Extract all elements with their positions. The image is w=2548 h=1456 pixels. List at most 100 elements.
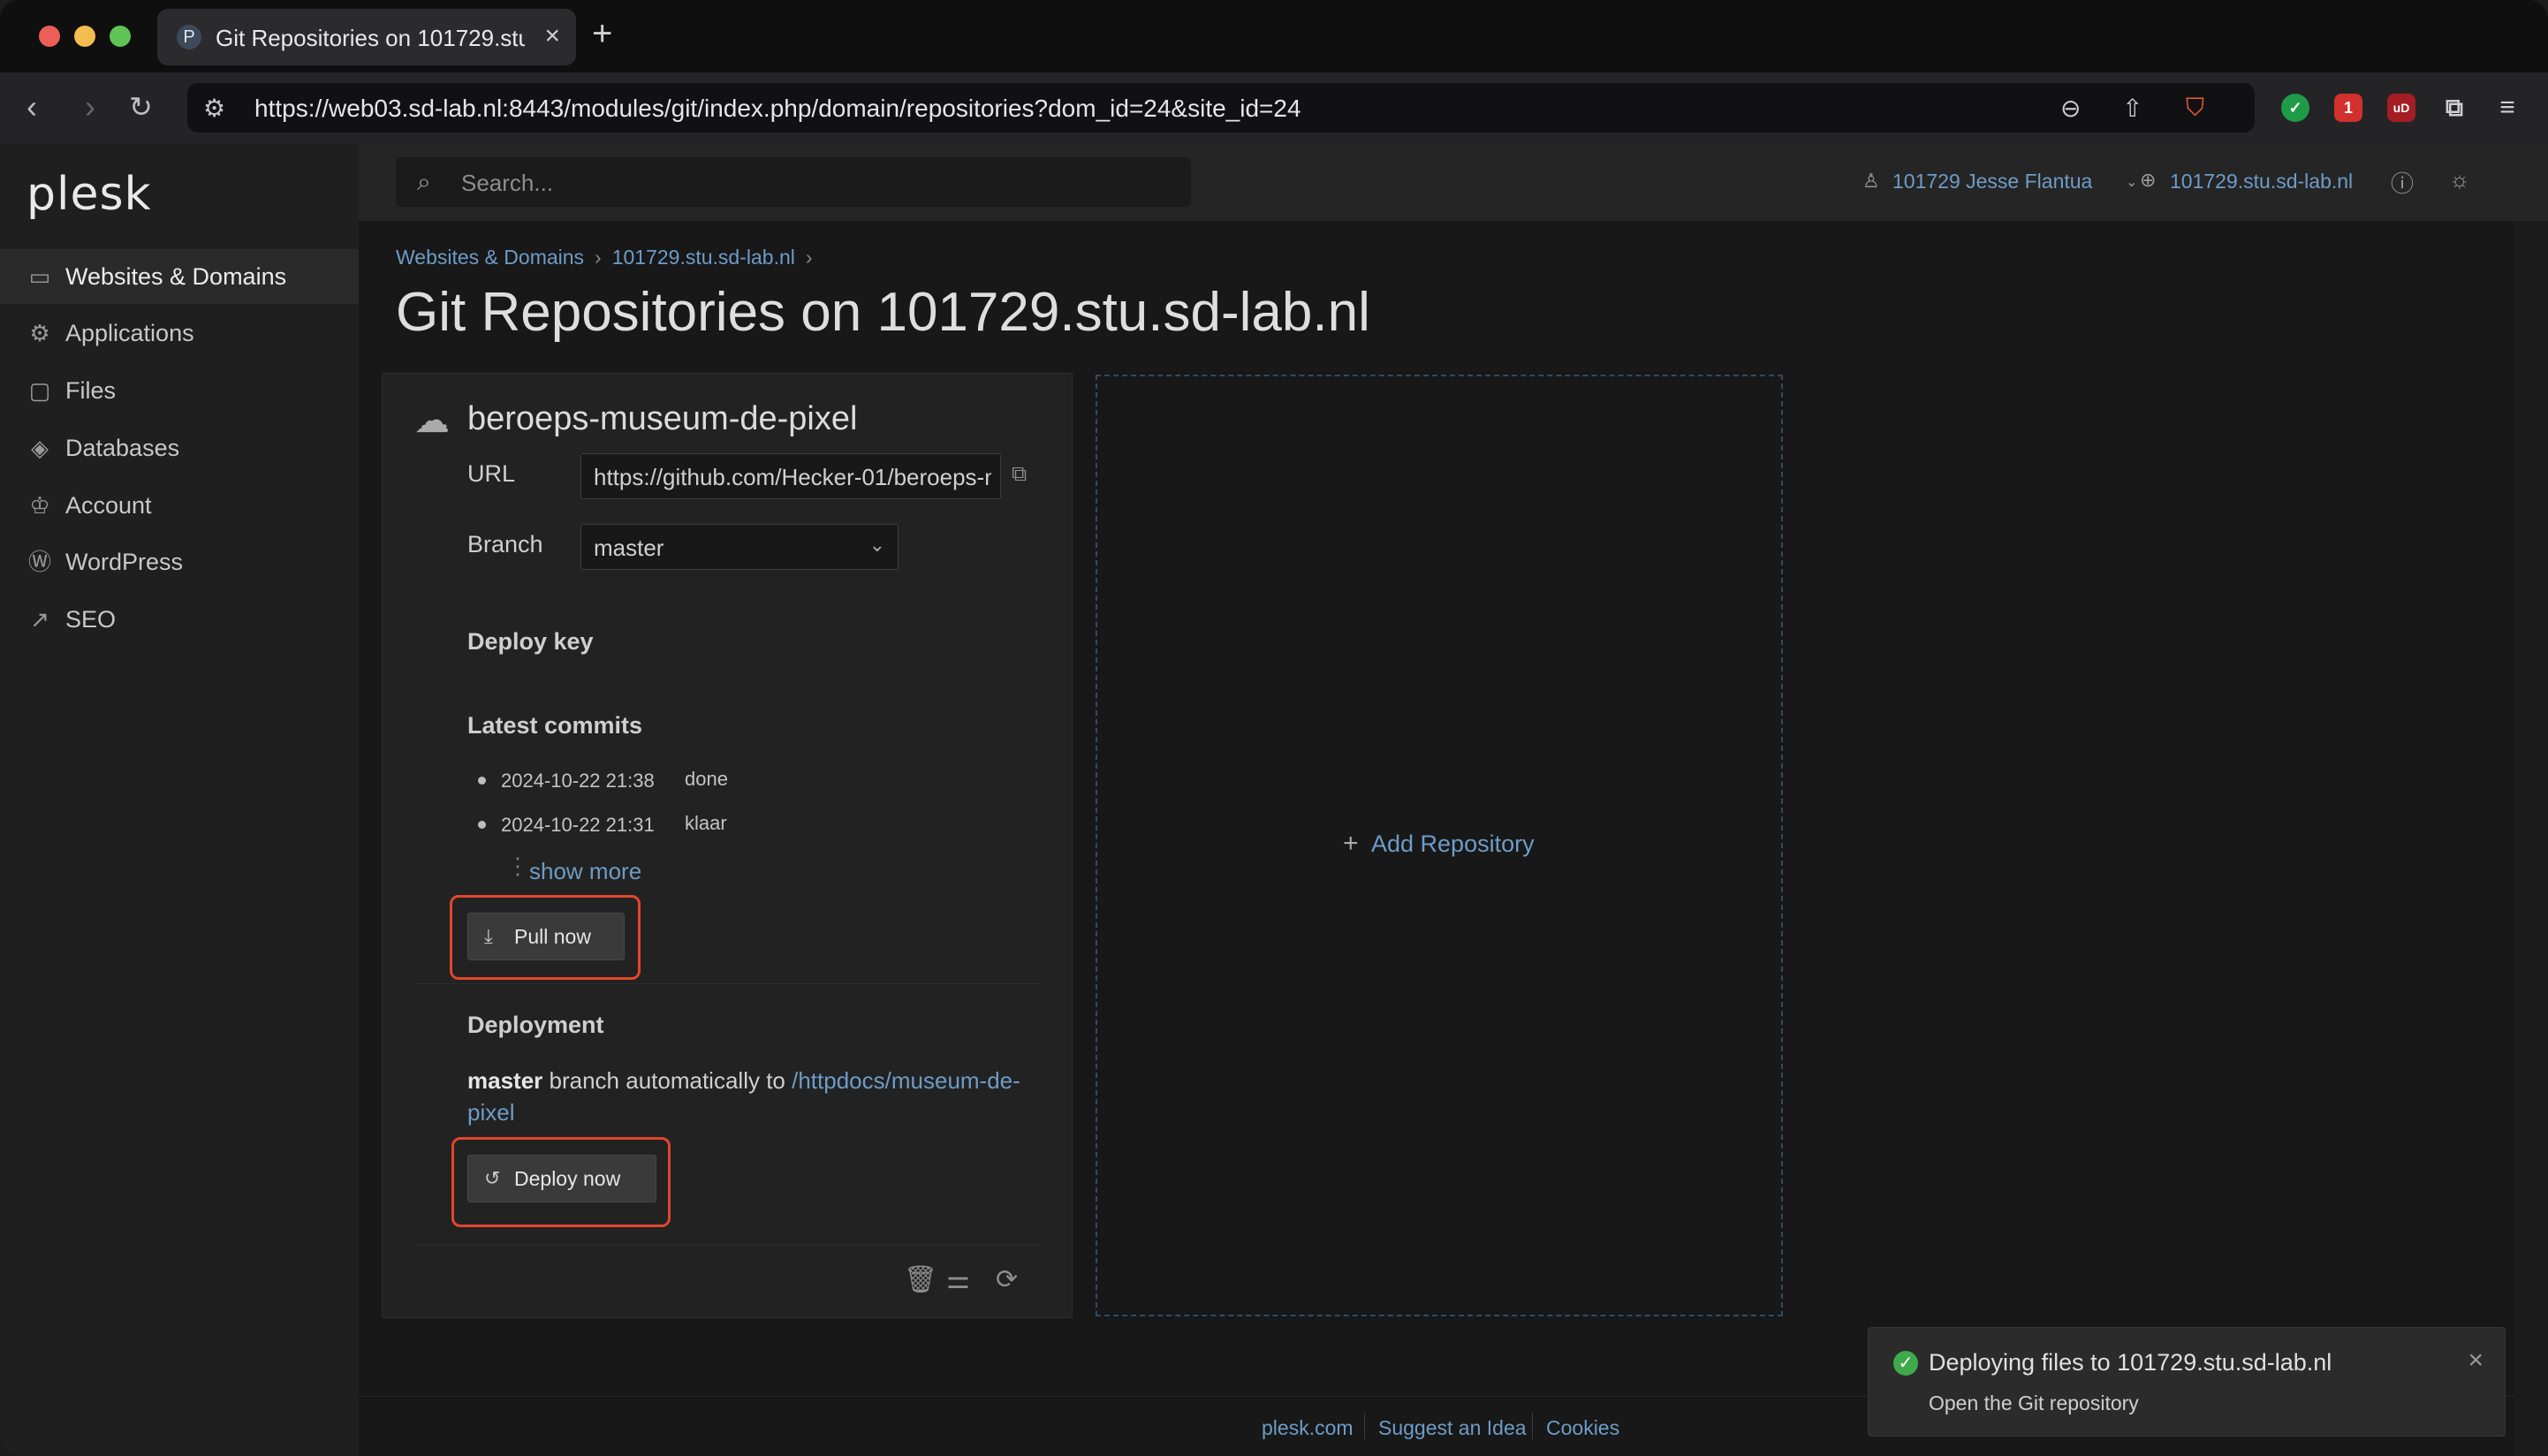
minimize-window-button[interactable] [74, 26, 95, 47]
repository-name: beroeps-museum-de-pixel [467, 400, 858, 437]
commit-item: 2024-10-22 21:31 klaar [467, 808, 732, 844]
plesk-logo[interactable]: plesk [27, 168, 152, 221]
divider [1364, 1413, 1365, 1439]
close-icon[interactable]: × [2468, 1346, 2484, 1376]
deploy-now-button[interactable]: ↺ Deploy now [467, 1155, 656, 1202]
globe-icon: ⊕ [2140, 169, 2157, 191]
chevron-right-icon: › [595, 246, 602, 269]
divider [414, 1245, 1042, 1246]
search-input[interactable]: ⌕ Search... [396, 157, 1191, 207]
user-menu[interactable]: 101729 Jesse Flantua [1892, 170, 2092, 193]
browser-toolbar: ‹ › ↻ ⚙ https://web03.sd-lab.nl:8443/mod… [0, 72, 2548, 144]
commit-message: done [685, 768, 728, 790]
show-more-link[interactable]: show more [529, 858, 641, 885]
cloud-icon: ☁ [414, 401, 450, 440]
footer-link-suggest-idea[interactable]: Suggest an Idea [1378, 1416, 1527, 1440]
sidebar-item-databases[interactable]: ◈ Databases [0, 421, 359, 475]
folder-icon: ▢ [28, 377, 51, 404]
sidebar-item-account[interactable]: ♔ Account [0, 478, 359, 533]
footer-link-plesk[interactable]: plesk.com [1262, 1416, 1354, 1440]
copy-icon[interactable]: ⧉ [1012, 462, 1027, 487]
theme-toggle-icon[interactable]: ☼ [2449, 166, 2470, 193]
deployment-description: master branch automatically to /httpdocs… [467, 1065, 1033, 1128]
search-icon: ⌕ [417, 168, 431, 195]
domain-menu[interactable]: 101729.stu.sd-lab.nl [2170, 170, 2353, 193]
scrollbar[interactable] [2514, 221, 2548, 1456]
crown-icon: ♔ [29, 492, 50, 519]
sidebar-item-label: SEO [65, 606, 117, 633]
plesk-favicon-icon: P [177, 25, 201, 49]
browser-tab[interactable]: P Git Repositories on 101729.stu.sd-lab.… [157, 9, 576, 65]
breadcrumb-websites-domains[interactable]: Websites & Domains [396, 246, 584, 269]
deploy-branch: master [467, 1067, 543, 1094]
new-tab-button[interactable]: + [592, 14, 612, 54]
extension-red-icon[interactable]: 1 [2334, 94, 2362, 122]
sidebar-item-seo[interactable]: ↗ SEO [0, 592, 359, 647]
repository-card: ☁ beroeps-museum-de-pixel URL https://gi… [382, 373, 1073, 1318]
share-icon[interactable]: ⇧ [2122, 94, 2142, 123]
address-bar[interactable]: ⚙ https://web03.sd-lab.nl:8443/modules/g… [187, 83, 2255, 133]
sidebar-item-label: Applications [65, 320, 194, 346]
add-repository-link[interactable]: Add Repository [1371, 830, 1535, 858]
add-repository-card[interactable]: + Add Repository [1096, 375, 1783, 1316]
commit-item: 2024-10-22 21:38 done [467, 764, 732, 800]
top-header: ⌕ Search... ♙ 101729 Jesse Flantua ⌄ ⊕ 1… [359, 143, 2548, 221]
menu-icon[interactable]: ≡ [2493, 94, 2521, 122]
pull-now-label: Pull now [514, 925, 591, 948]
sidebar-item-websites-domains[interactable]: ▭ Websites & Domains [0, 249, 359, 304]
deploy-key-heading[interactable]: Deploy key [467, 628, 594, 656]
url-label: URL [467, 460, 516, 487]
commit-message: klaar [685, 812, 727, 834]
help-icon[interactable]: ⓘ [2391, 166, 2414, 199]
toast-title: Deploying files to 101729.stu.sd-lab.nl [1929, 1349, 2332, 1376]
ublock-icon[interactable]: uD [2387, 94, 2415, 122]
sidebar-item-applications[interactable]: ⚙ Applications [0, 306, 359, 360]
branch-select-value: master [594, 535, 664, 561]
page-title: Git Repositories on 101729.stu.sd-lab.nl [396, 282, 1370, 343]
chevron-down-icon: ⌄ [2126, 175, 2138, 190]
sidebar-item-label: Databases [65, 435, 180, 461]
browser-window: P Git Repositories on 101729.stu.sd-lab.… [0, 0, 2548, 1456]
open-git-repository-link[interactable]: Open the Git repository [1929, 1392, 2139, 1415]
sidebar-item-files[interactable]: ▢ Files [0, 363, 359, 418]
download-icon: ⤓ [484, 925, 493, 947]
deploy-text: branch automatically to [549, 1067, 785, 1094]
site-settings-icon[interactable]: ⚙ [203, 94, 225, 123]
forward-arrow-icon[interactable]: › [85, 88, 95, 125]
sidebar: plesk ▭ Websites & Domains ⚙ Application… [0, 143, 359, 1456]
bullet-icon [478, 821, 486, 829]
extensions-puzzle-icon[interactable]: ⧉ [2440, 94, 2468, 122]
branch-label: Branch [467, 531, 543, 557]
zoom-window-button[interactable] [110, 26, 131, 47]
footer-link-cookies[interactable]: Cookies [1546, 1416, 1619, 1440]
brave-shield-icon[interactable]: ⛉ [2186, 94, 2204, 123]
close-window-button[interactable] [39, 26, 60, 47]
user-icon: ♙ [1862, 170, 1880, 192]
trash-icon[interactable]: 🗑 [904, 1264, 937, 1295]
toast-notification: ✓ Deploying files to 101729.stu.sd-lab.n… [1868, 1327, 2506, 1437]
breadcrumb-domain[interactable]: 101729.stu.sd-lab.nl [612, 246, 795, 269]
wordpress-icon: Ⓦ [27, 549, 51, 575]
settings-sliders-icon[interactable]: ⚌ [946, 1264, 970, 1295]
extension-check-icon[interactable]: ✓ [2281, 94, 2309, 122]
commit-date: 2024-10-22 21:31 [501, 814, 655, 836]
sidebar-item-label: Websites & Domains [65, 263, 287, 290]
sidebar-item-wordpress[interactable]: Ⓦ WordPress [0, 535, 359, 589]
address-bar-url: https://web03.sd-lab.nl:8443/modules/git… [254, 95, 1301, 122]
tab-title: Git Repositories on 101729.stu.sd-lab.nl [216, 25, 525, 51]
repository-url-field[interactable]: https://github.com/Hecker-01/beroeps-mus… [580, 453, 1001, 499]
branch-select[interactable]: master ⌄ [580, 524, 899, 570]
refresh-icon[interactable]: ⟳ [996, 1264, 1018, 1295]
close-tab-icon[interactable]: × [544, 21, 560, 51]
divider [414, 983, 1042, 984]
search-placeholder: Search... [461, 170, 554, 196]
breadcrumb: Websites & Domains › 101729.stu.sd-lab.nl › [396, 246, 823, 269]
reload-icon[interactable]: ↻ [129, 90, 153, 124]
sidebar-item-label: WordPress [65, 549, 184, 575]
zoom-out-icon[interactable]: ⊖ [2060, 94, 2081, 123]
gear-icon: ⚙ [29, 320, 50, 346]
sidebar-item-label: Files [65, 377, 117, 404]
back-arrow-icon[interactable]: ‹ [27, 88, 37, 125]
pull-now-button[interactable]: ⤓ Pull now [467, 913, 625, 960]
bullet-icon [478, 777, 486, 785]
